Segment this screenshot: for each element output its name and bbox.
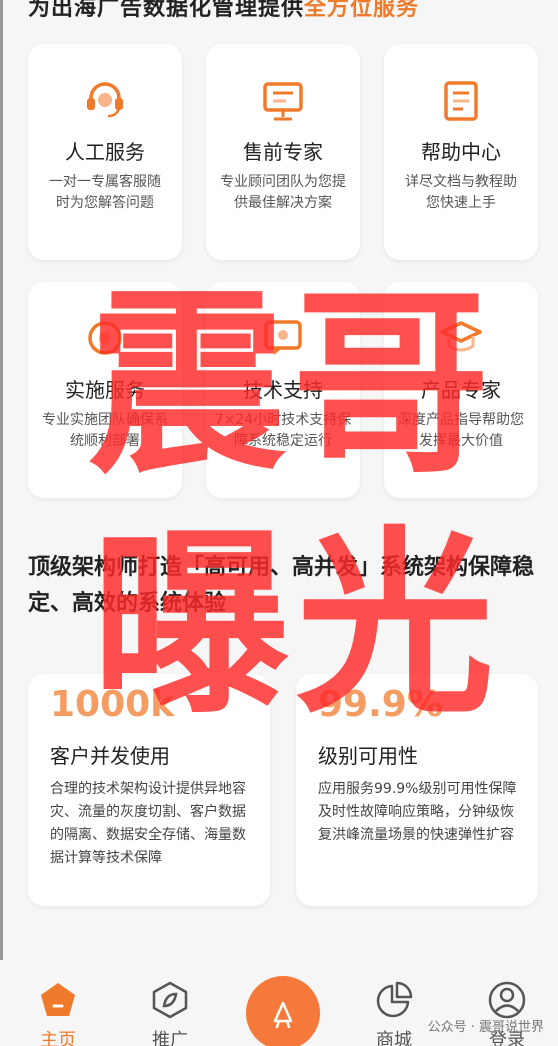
tab-label: 推广 xyxy=(152,1030,188,1046)
service-desc: 一对一专属客服随时为您解答问题 xyxy=(49,174,161,211)
stat-title: 客户并发使用 xyxy=(50,744,170,768)
service-title: 售前专家 xyxy=(243,140,323,164)
page-headline: 为出海广告数据化管理提供全方位服务 xyxy=(28,0,548,22)
service-card-help[interactable]: 帮助中心 详尽文档与教程助您快速上手 xyxy=(384,44,538,260)
pie-chart-icon xyxy=(374,980,414,1024)
stat-number: 1000k xyxy=(50,684,175,725)
presentation-board-icon xyxy=(262,80,304,126)
tab-home[interactable]: 主页 xyxy=(18,960,98,1046)
service-card-tech-support[interactable]: 技术支持 7×24小时技术支持保障系统稳定运行 xyxy=(206,282,360,498)
service-title: 人工服务 xyxy=(65,140,145,164)
service-desc: 深度产品指导帮助您发挥最大价值 xyxy=(398,412,524,449)
support-icon xyxy=(84,318,126,362)
left-edge-border xyxy=(0,0,3,1046)
service-title: 实施服务 xyxy=(65,378,145,402)
service-desc: 专业顾问团队为您提供最佳解决方案 xyxy=(220,174,346,211)
tab-mall[interactable]: 商城 xyxy=(354,960,434,1046)
home-icon xyxy=(38,980,78,1024)
service-desc: 专业实施团队确保系统顺利部署 xyxy=(42,412,168,449)
tab-label: 主页 xyxy=(40,1030,76,1046)
graduation-cap-icon xyxy=(439,318,483,362)
stat-number: 99.9% xyxy=(318,684,443,725)
service-title: 产品专家 xyxy=(421,378,501,402)
service-card-implementation[interactable]: 实施服务 专业实施团队确保系统顺利部署 xyxy=(28,282,182,498)
headline-text: 为出海广告数据化管理提供 xyxy=(28,0,305,21)
section-architecture-title: 顶级架构师打造「高可用、高并发」系统架构保障稳定、高效的系统体验 xyxy=(28,555,535,616)
stat-desc: 合理的技术架构设计提供异地容灾、流量的灰度切割、客户数据的隔离、数据安全存储、海… xyxy=(50,781,246,866)
chat-support-icon xyxy=(262,318,304,362)
stat-card-concurrency: 1000k 客户并发使用 合理的技术架构设计提供异地容灾、流量的灰度切割、客户数… xyxy=(28,674,270,906)
rocket-icon xyxy=(273,1001,293,1029)
stat-title: 级别可用性 xyxy=(318,744,418,768)
document-icon xyxy=(441,80,481,126)
service-card-presales[interactable]: 售前专家 专业顾问团队为您提供最佳解决方案 xyxy=(206,44,360,260)
headline-accent: 全方位服务 xyxy=(304,0,420,21)
service-title: 帮助中心 xyxy=(421,140,501,164)
tab-label: 商城 xyxy=(376,1030,412,1046)
service-desc: 详尽文档与教程助您快速上手 xyxy=(405,174,517,211)
service-card-manual[interactable]: 人工服务 一对一专属客服随时为您解答问题 xyxy=(28,44,182,260)
stat-card-availability: 99.9% 级别可用性 应用服务99.9%级别可用性保障及时性故障响应策略，分钟… xyxy=(296,674,538,906)
center-launch-button[interactable] xyxy=(246,976,320,1046)
service-card-product-expert[interactable]: 产品专家 深度产品指导帮助您发挥最大价值 xyxy=(384,282,538,498)
tab-promote[interactable]: 推广 xyxy=(130,960,210,1046)
stat-desc: 应用服务99.9%级别可用性保障及时性故障响应策略，分钟级恢复洪峰流量场景的快速… xyxy=(318,781,517,843)
headset-icon xyxy=(84,80,126,124)
source-watermark: 公众号 · 震哥说世界 xyxy=(427,1020,544,1035)
compass-icon xyxy=(150,980,190,1024)
service-title: 技术支持 xyxy=(243,378,323,402)
service-desc: 7×24小时技术支持保障系统稳定运行 xyxy=(214,412,352,449)
